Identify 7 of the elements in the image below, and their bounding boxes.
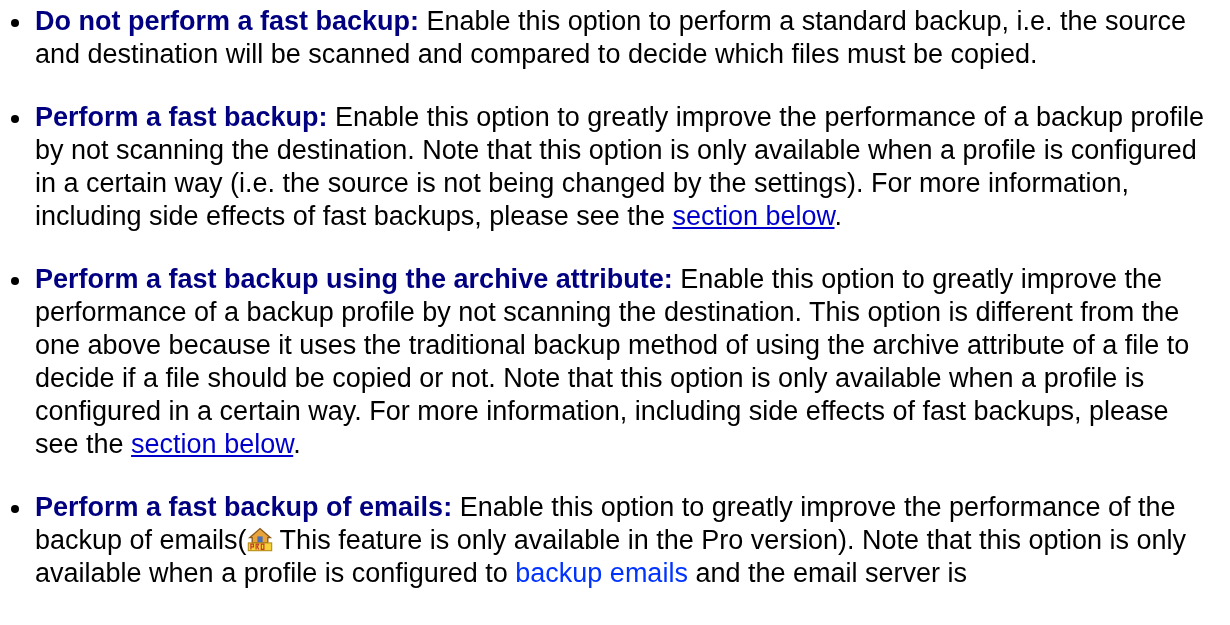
option-description: Perform a fast backup: Enable this option to greatly improve the performance of a backup profile by not scanning the destination. Note that this option is only available when a profile is configured in a certain way (i.e. the source is not being changed by the settings). For more information, including side effects of fast backups, please see the section below. [35, 101, 1206, 233]
option-description: Perform a fast backup of emails: Enable this option to greatly improve the performance of the backup of emails( This feature is only available in the Pro version). Note that this option is only available when a profile is configured to backup emails and the email server is [35, 491, 1188, 590]
section-link[interactable]: section below [131, 429, 294, 459]
option-description: Perform a fast backup using the archive attribute: Enable this option to greatly improve the performance of a backup profile by not scanning the destination. This option is different from the one above because it uses the traditional backup method of using the archive attribute of a file to decide if a file should be copied or not. Note that this option is only available when a profile is configured in a certain way. For more information, including side effects of fast backups, please see the section below. [35, 263, 1191, 461]
option-description: Do not perform a fast backup: Enable this option to perform a standard backup, i.e. the source and destination will be scanned and compared to decide which files must be copied. [35, 5, 1187, 71]
section-link[interactable]: section below [672, 201, 835, 231]
section-link[interactable]: backup emails [515, 558, 688, 588]
